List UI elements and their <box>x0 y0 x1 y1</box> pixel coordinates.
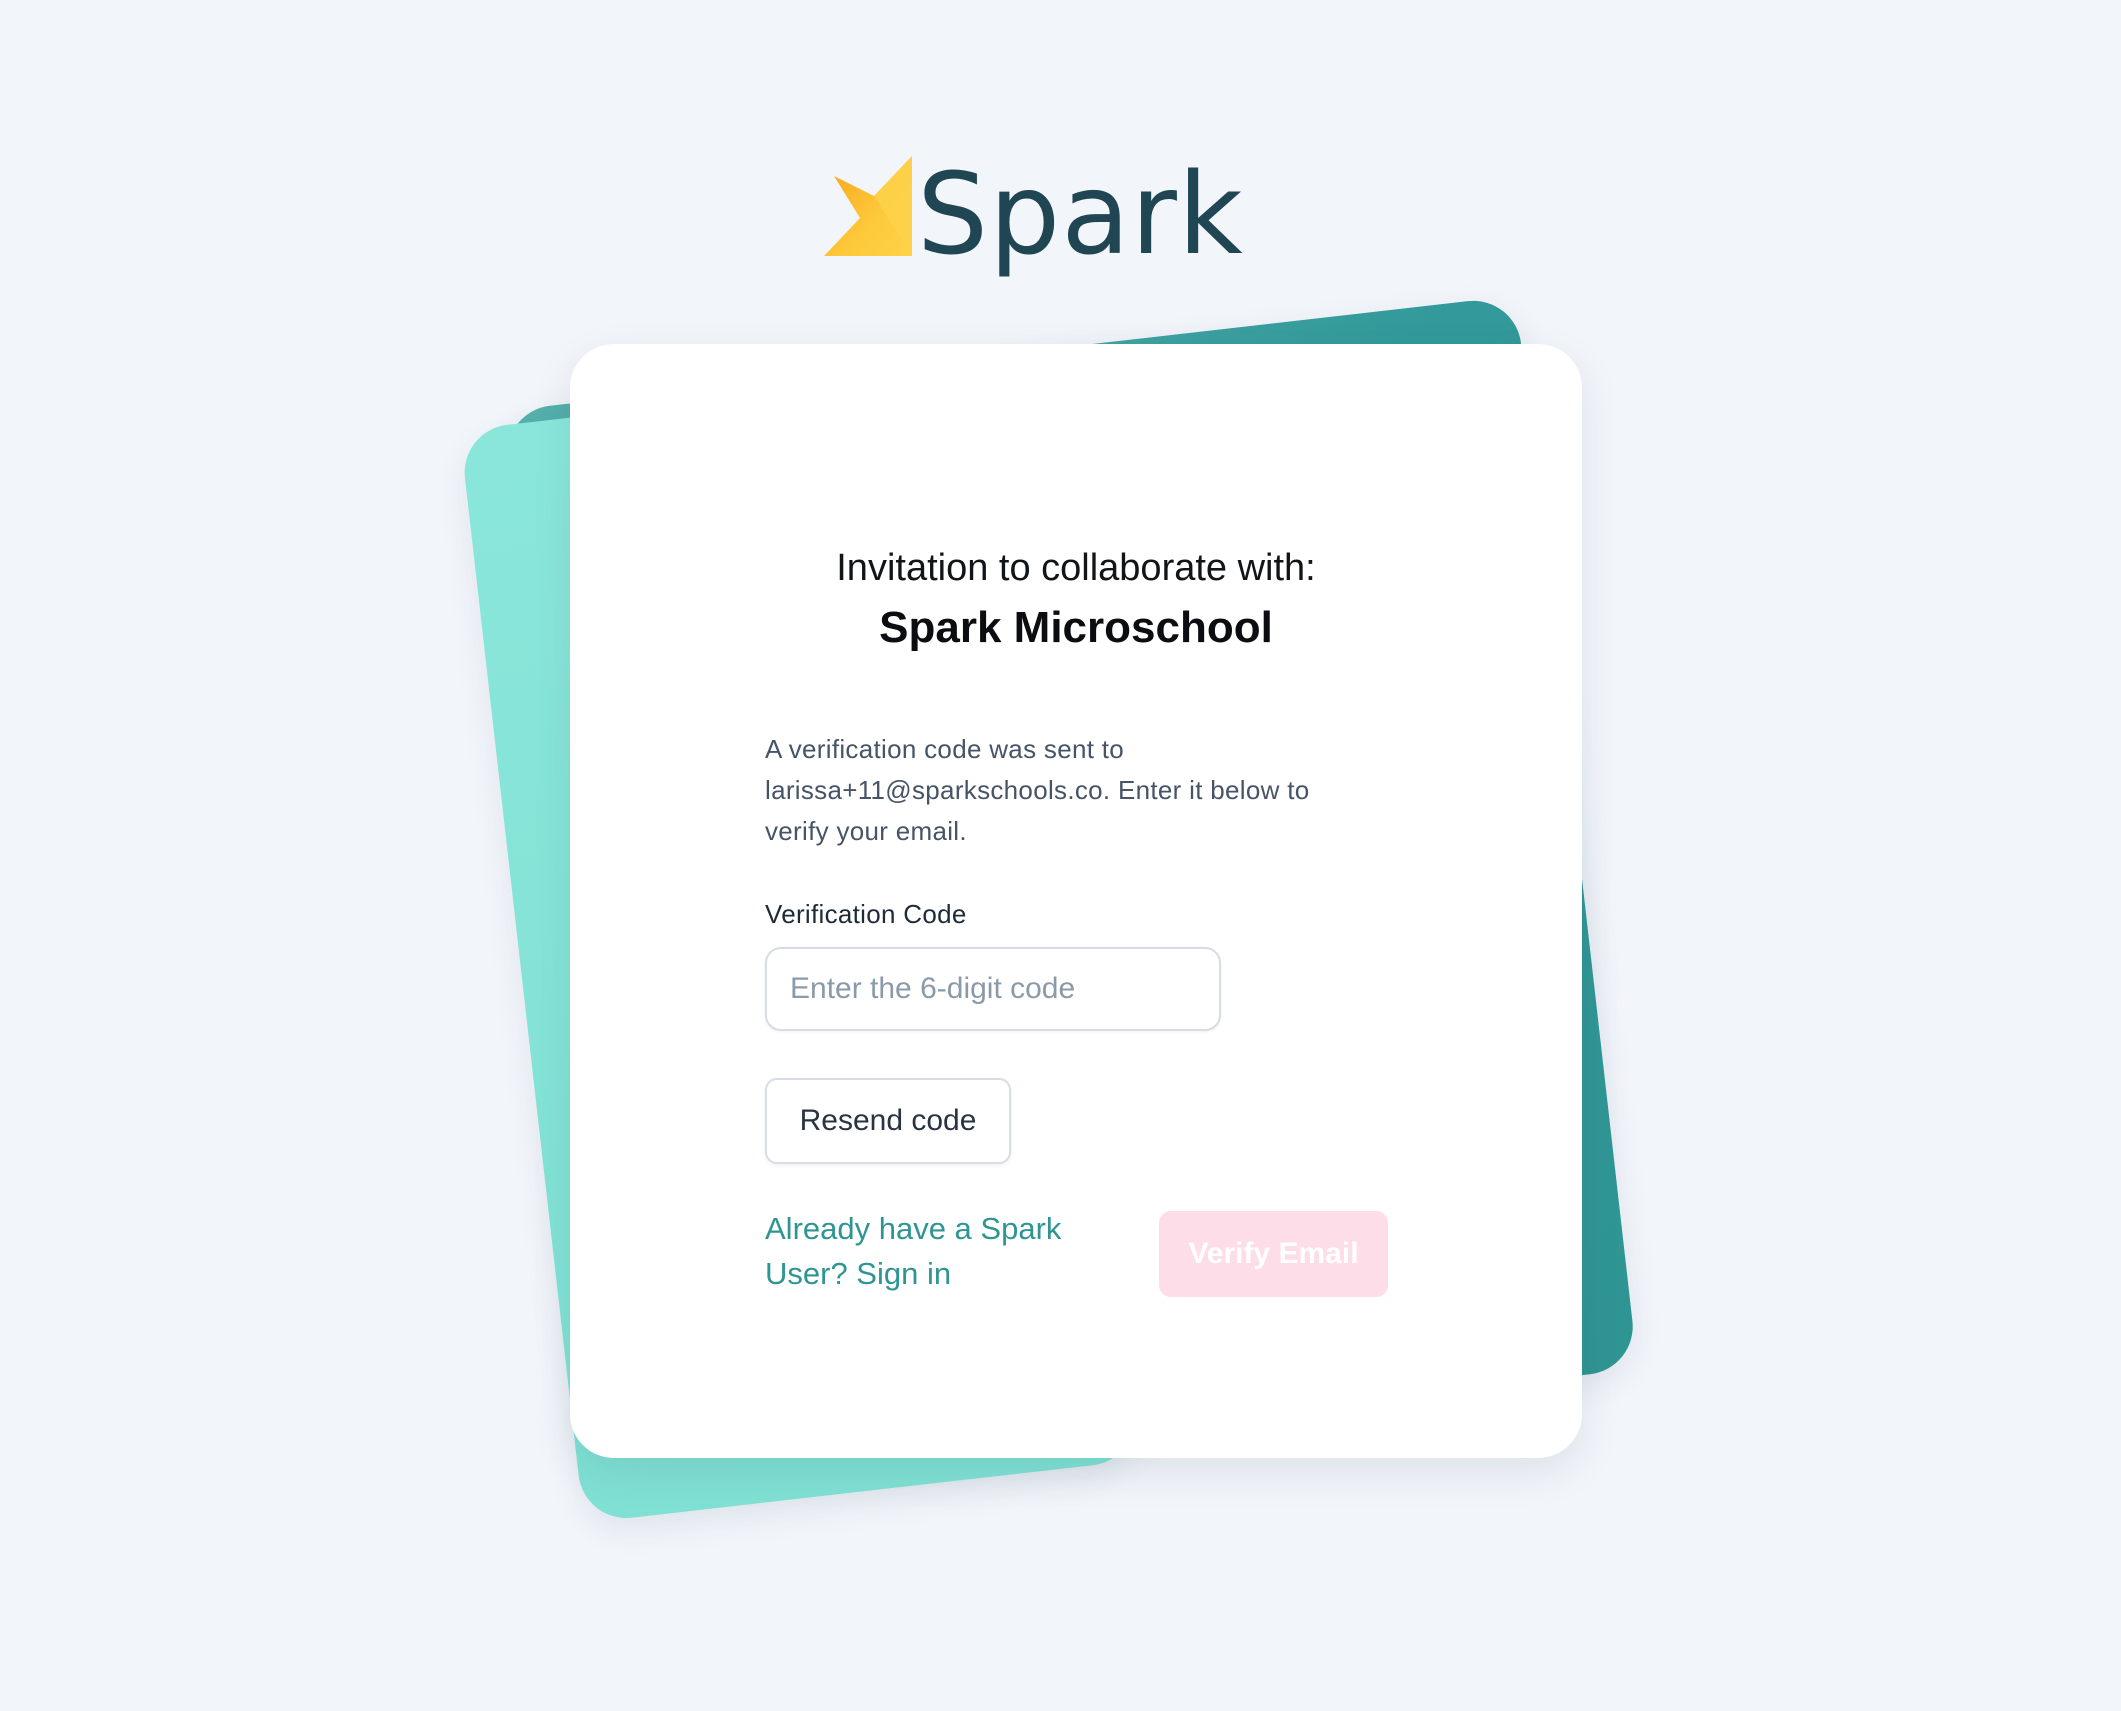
resend-code-button[interactable]: Resend code <box>765 1078 1011 1164</box>
verification-code-input[interactable] <box>765 947 1221 1031</box>
spark-wordmark: Spark <box>917 150 1244 280</box>
verification-code-label: Verification Code <box>765 899 967 929</box>
organization-name: Spark Microschool <box>879 603 1273 652</box>
spark-logo: Spark <box>822 150 1244 290</box>
invitation-card: Invitation to collaborate with: Spark Mi… <box>570 344 1582 1458</box>
sign-in-link[interactable]: Already have a Spark User? Sign in <box>765 1206 1095 1296</box>
spark-flame-icon <box>824 156 912 256</box>
verify-email-button[interactable]: Verify Email <box>1159 1211 1388 1297</box>
invite-heading: Invitation to collaborate with: <box>836 547 1316 589</box>
verification-info-text: A verification code was sent to larissa+… <box>765 734 1310 846</box>
page: Spark Invitation to collaborate with: Sp… <box>0 0 2121 1711</box>
